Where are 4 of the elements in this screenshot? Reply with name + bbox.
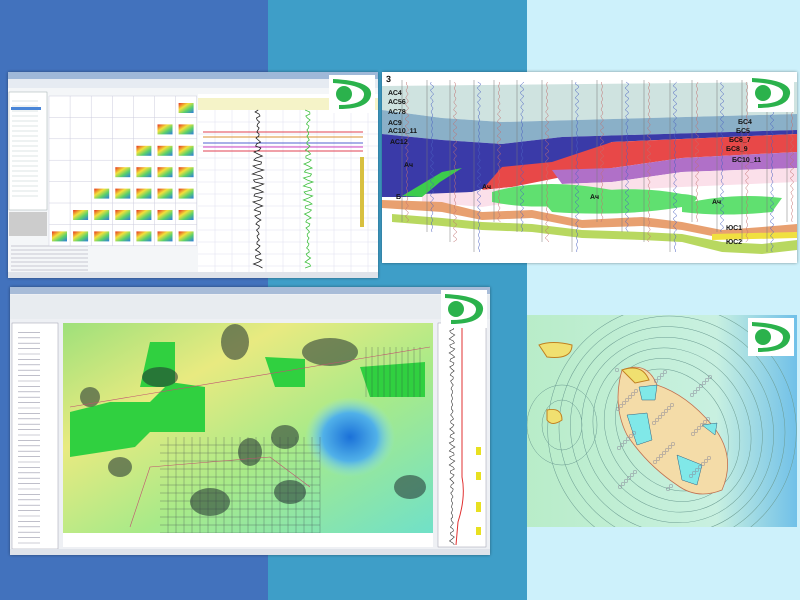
section-number: 3 xyxy=(386,74,392,84)
logo-icon xyxy=(748,318,794,356)
logo-icon xyxy=(441,290,487,328)
logo-icon xyxy=(329,75,375,113)
